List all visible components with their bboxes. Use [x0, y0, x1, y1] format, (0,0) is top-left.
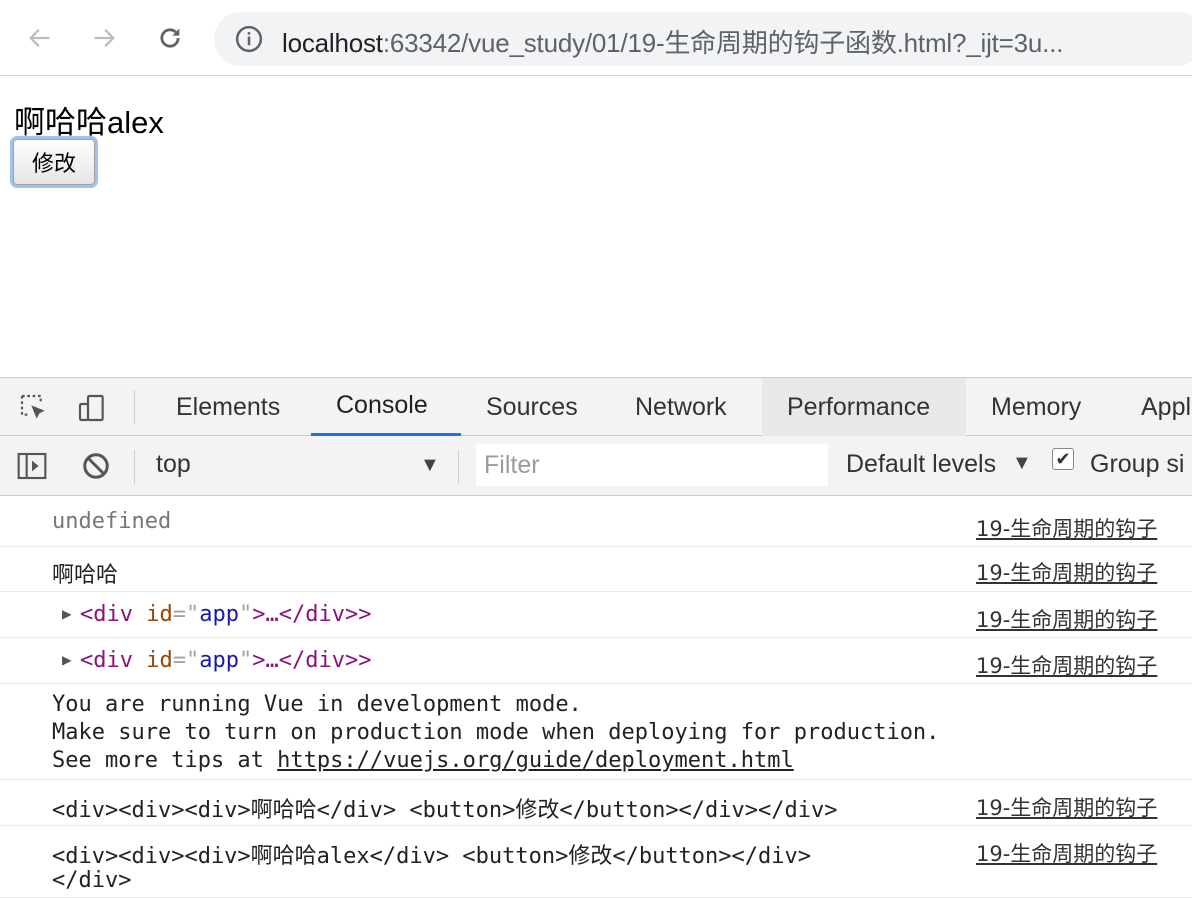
forward-arrow-icon [94, 29, 115, 47]
forward-button[interactable] [86, 20, 122, 56]
tab-performance[interactable]: Performance [762, 378, 966, 436]
browser-toolbar: localhost:63342/vue_study/01/19-生命周期的钩子函… [0, 0, 1192, 76]
toolbar-divider [134, 450, 135, 484]
modify-button[interactable]: 修改 [13, 139, 95, 185]
element-node[interactable]: <div id="app">…</div>> [80, 648, 371, 673]
element-node[interactable]: <div id="app">…</div>> [80, 602, 371, 627]
source-link[interactable]: 19-生命周期的钩子 [976, 604, 1157, 634]
console-message: <div><div><div>啊哈哈alex</div> <button>修改<… [0, 826, 1192, 898]
tab-console[interactable]: Console [311, 378, 461, 436]
source-link[interactable]: 19-生命周期的钩子 [976, 513, 1157, 543]
reload-icon [160, 28, 180, 48]
toolbar-divider [134, 390, 135, 424]
toolbar-divider [458, 450, 459, 484]
message-text: 啊哈哈 [52, 563, 119, 588]
clear-console-icon[interactable] [78, 448, 114, 484]
page-message: 啊哈哈alex [14, 105, 164, 140]
filter-input[interactable] [484, 450, 814, 480]
message-text: <div><div><div>啊哈哈</div> <button>修改</but… [52, 798, 838, 823]
url-text: localhost:63342/vue_study/01/19-生命周期的钩子函… [282, 28, 1064, 58]
console-output: undefined 19-生命周期的钩子 啊哈哈 19-生命周期的钩子 ▶ <d… [0, 497, 1192, 898]
message-line: <div><div><div>啊哈哈alex</div> <button>修改<… [52, 844, 812, 869]
message-line: See more tips at https://vuejs.org/guide… [52, 748, 794, 773]
vue-docs-link[interactable]: https://vuejs.org/guide/deployment.html [277, 748, 794, 773]
console-toolbar: top ▼ Default levels ▼ ✔ Group si [0, 436, 1192, 496]
tab-memory[interactable]: Memory [966, 378, 1106, 436]
reload-button[interactable] [152, 20, 188, 56]
back-arrow-icon [29, 29, 50, 47]
tab-elements[interactable]: Elements [151, 378, 305, 436]
group-similar-label: Group si [1090, 450, 1185, 478]
device-toolbar-icon[interactable] [74, 390, 110, 426]
devtools-tabbar: Elements Console Sources Network Perform… [0, 378, 1192, 436]
info-icon[interactable] [234, 24, 264, 54]
context-select[interactable]: top [156, 450, 191, 479]
tab-network[interactable]: Network [610, 378, 752, 436]
source-link[interactable]: 19-生命周期的钩子 [976, 650, 1157, 680]
inspect-element-icon[interactable] [16, 390, 52, 426]
console-message: undefined 19-生命周期的钩子 [0, 497, 1192, 547]
console-message[interactable]: ▶ <div id="app">…</div>> 19-生命周期的钩子 [0, 592, 1192, 638]
message-line: You are running Vue in development mode. [52, 692, 582, 717]
context-dropdown-icon[interactable]: ▼ [420, 454, 440, 477]
console-message: You are running Vue in development mode.… [0, 684, 1192, 780]
tab-application[interactable]: Appl [1116, 378, 1192, 436]
filter-box [476, 444, 828, 486]
source-link[interactable]: 19-生命周期的钩子 [976, 838, 1157, 868]
devtools-panel: Elements Console Sources Network Perform… [0, 377, 1192, 898]
back-button[interactable] [22, 20, 58, 56]
source-link[interactable]: 19-生命周期的钩子 [976, 557, 1157, 587]
tab-sources[interactable]: Sources [461, 378, 603, 436]
page-viewport: 啊哈哈alex 修改 [0, 77, 1192, 377]
console-message: 啊哈哈 19-生命周期的钩子 [0, 547, 1192, 592]
expand-triangle-icon[interactable]: ▶ [62, 604, 72, 623]
message-line: Make sure to turn on production mode whe… [52, 720, 940, 745]
address-bar[interactable]: localhost:63342/vue_study/01/19-生命周期的钩子函… [214, 12, 1192, 66]
message-text: undefined [52, 509, 172, 534]
sidebar-toggle-icon[interactable] [14, 448, 50, 484]
group-similar-checkbox[interactable]: ✔ [1052, 448, 1074, 470]
expand-triangle-icon[interactable]: ▶ [62, 650, 72, 669]
log-levels-select[interactable]: Default levels [846, 450, 996, 479]
console-message: <div><div><div>啊哈哈</div> <button>修改</but… [0, 780, 1192, 826]
console-message[interactable]: ▶ <div id="app">…</div>> 19-生命周期的钩子 [0, 638, 1192, 684]
message-line: </div> [52, 868, 132, 893]
source-link[interactable]: 19-生命周期的钩子 [976, 792, 1157, 822]
levels-dropdown-icon[interactable]: ▼ [1012, 452, 1032, 475]
